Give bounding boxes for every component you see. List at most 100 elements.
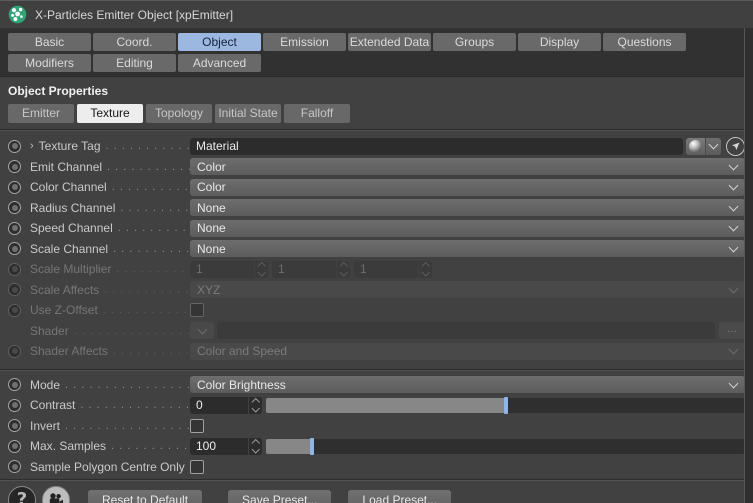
tab-groups[interactable]: Groups [433, 33, 516, 51]
param-row-contrast: Contrast 0 [8, 396, 745, 414]
sample-polygon-centre-only-checkbox[interactable] [190, 460, 204, 474]
subtab-texture[interactable]: Texture [77, 104, 143, 123]
dropdown-value: None [197, 242, 226, 256]
save-preset-button[interactable]: Save Preset... [228, 490, 331, 503]
tab-emission[interactable]: Emission [263, 33, 346, 51]
tab-advanced[interactable]: Advanced [178, 54, 261, 72]
dot-leader [116, 263, 190, 275]
dot-leader [118, 222, 190, 234]
use-z-offset-checkbox [190, 303, 204, 317]
dot-leader [113, 243, 190, 255]
spinner-arrows-icon[interactable] [248, 397, 262, 414]
subtab-initial-state[interactable]: Initial State [215, 104, 281, 123]
slider-handle[interactable] [504, 397, 508, 414]
pick-object-button[interactable] [726, 137, 745, 156]
chevron-down-icon [729, 222, 739, 232]
param-label: Color Channel [30, 180, 107, 194]
reset-to-default-button[interactable]: Reset to Default [88, 490, 202, 503]
material-preview-button[interactable] [686, 138, 705, 155]
param-label: Contrast [30, 398, 75, 412]
titlebar: X-Particles Emitter Object [xpEmitter] [0, 1, 753, 29]
keyframe-dot[interactable] [8, 378, 21, 391]
subtab-falloff[interactable]: Falloff [284, 104, 350, 123]
dot-leader [106, 140, 191, 152]
param-label: Scale Channel [30, 242, 108, 256]
dot-leader [103, 304, 190, 316]
param-label: Emit Channel [30, 160, 102, 174]
scale-channel-dropdown[interactable]: None [190, 240, 745, 257]
contrast-spinner[interactable]: 0 [190, 397, 262, 414]
slider-handle[interactable] [310, 438, 314, 455]
param-row-radius-channel: Radius Channel None [8, 199, 745, 217]
keyframe-dot[interactable] [8, 160, 21, 173]
tab-display[interactable]: Display [518, 33, 601, 51]
param-label: Invert [30, 419, 60, 433]
spinner-value: 100 [190, 439, 248, 453]
shader-dropdown-button [190, 322, 214, 339]
dropdown-value: Color [197, 160, 226, 174]
param-label: Max. Samples [30, 439, 106, 453]
subtab-topology[interactable]: Topology [146, 104, 212, 123]
slider-fill [266, 439, 312, 454]
param-label: Shader Affects [30, 344, 108, 358]
camera-icon[interactable] [42, 486, 70, 503]
param-row-shader-affects: Shader Affects Color and Speed [8, 342, 745, 360]
keyframe-dot[interactable] [8, 242, 21, 255]
param-row-scale-channel: Scale Channel None [8, 240, 745, 258]
param-label: Use Z-Offset [30, 303, 98, 317]
param-row-shader: Shader ... [8, 322, 745, 340]
tab-questions[interactable]: Questions [603, 33, 686, 51]
emit-channel-dropdown[interactable]: Color [190, 158, 745, 175]
scale-multiplier-z-spinner: 1 [354, 261, 432, 278]
keyframe-dot[interactable] [8, 222, 21, 235]
max-samples-spinner[interactable]: 100 [190, 438, 262, 455]
texture-tag-dropdown-button[interactable] [705, 138, 721, 155]
keyframe-dot[interactable] [8, 440, 21, 453]
texture-tag-link-field[interactable]: Material [190, 138, 683, 155]
dot-leader [112, 181, 190, 193]
mode-dropdown[interactable]: Color Brightness [190, 376, 745, 393]
param-label: Radius Channel [30, 201, 115, 215]
param-label: Sample Polygon Centre Only [30, 460, 185, 474]
keyframe-dot[interactable] [8, 399, 21, 412]
keyframe-dot [8, 263, 21, 276]
tab-editing[interactable]: Editing [93, 54, 176, 72]
keyframe-dot[interactable] [8, 140, 21, 153]
dot-leader [65, 379, 190, 391]
keyframe-dot[interactable] [8, 460, 21, 473]
radius-channel-dropdown[interactable]: None [190, 199, 745, 216]
expand-arrow-icon[interactable]: › [30, 141, 34, 151]
dot-leader [107, 161, 190, 173]
param-row-sample-polygon-centre-only: Sample Polygon Centre Only [8, 458, 745, 476]
invert-checkbox[interactable] [190, 419, 204, 433]
tab-extended-data[interactable]: Extended Data [348, 33, 431, 51]
contrast-slider[interactable] [266, 398, 745, 413]
color-channel-dropdown[interactable]: Color [190, 179, 745, 196]
param-label: Speed Channel [30, 221, 113, 235]
chevron-down-icon [729, 160, 739, 170]
keyframe-dot[interactable] [8, 419, 21, 432]
speed-channel-dropdown[interactable]: None [190, 220, 745, 237]
max-samples-slider[interactable] [266, 439, 745, 454]
help-icon[interactable]: ? [8, 486, 36, 503]
chevron-down-icon [729, 378, 739, 388]
spinner-arrows-icon [418, 261, 432, 278]
param-row-texture-tag: › Texture Tag Material [8, 137, 745, 155]
keyframe-dot[interactable] [8, 201, 21, 214]
shader-field [217, 322, 715, 339]
dropdown-value: XYZ [197, 283, 220, 297]
tab-coord[interactable]: Coord. [93, 33, 176, 51]
keyframe-dot[interactable] [8, 181, 21, 194]
subtab-strip: EmitterTextureTopologyInitial StateFallo… [0, 104, 753, 129]
tab-modifiers[interactable]: Modifiers [8, 54, 91, 72]
chevron-down-icon [729, 201, 739, 211]
tab-basic[interactable]: Basic [8, 33, 91, 51]
window-title: X-Particles Emitter Object [xpEmitter] [35, 8, 233, 22]
dropdown-value: None [197, 201, 226, 215]
param-label: Scale Multiplier [30, 262, 111, 276]
load-preset-button[interactable]: Load Preset... [348, 490, 451, 503]
param-row-invert: Invert [8, 417, 745, 435]
spinner-arrows-icon[interactable] [248, 438, 262, 455]
subtab-emitter[interactable]: Emitter [8, 104, 74, 123]
tab-object[interactable]: Object [178, 33, 261, 51]
